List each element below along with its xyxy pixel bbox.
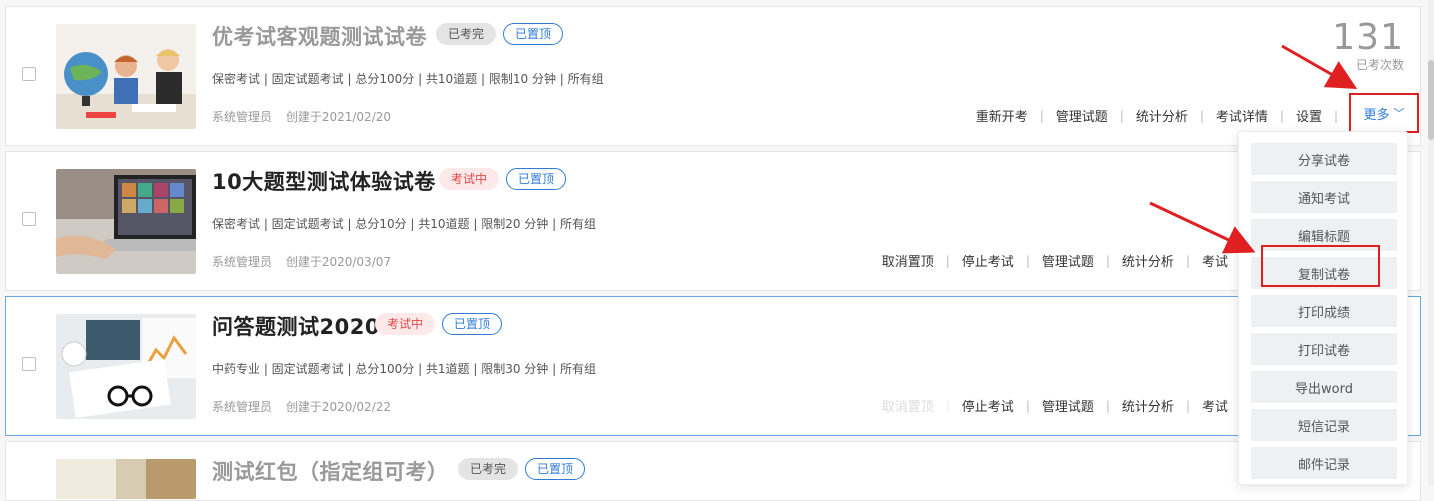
exam-actions: 取消置顶 | 停止考试 | 管理试题 | 统计分析 | 考试: [870, 396, 1240, 416]
more-button[interactable]: 更多 ﹀: [1349, 93, 1419, 133]
statistics-link[interactable]: 统计分析: [1110, 251, 1186, 270]
exam-meta: 保密考试 | 固定试题考试 | 总分10分 | 共10道题 | 限制20 分钟 …: [212, 217, 596, 231]
exam-card-3: 问答题测试2020 考试中 已置顶 中药专业 | 固定试题考试 | 总分100分…: [5, 296, 1421, 436]
unpin-link[interactable]: 取消置顶: [870, 251, 946, 270]
status-badge: 已考完: [458, 458, 519, 480]
menu-item-export-word[interactable]: 导出word: [1251, 371, 1397, 403]
select-checkbox[interactable]: [22, 212, 36, 226]
exam-details-link[interactable]: 考试详情: [1204, 106, 1280, 125]
exam-footer: 系统管理员 创建于2021/02/20: [212, 108, 391, 125]
menu-item-share-exam[interactable]: 分享试卷: [1251, 143, 1397, 175]
copy-exam-highlight: [1261, 245, 1380, 287]
menu-item-email-records[interactable]: 邮件记录: [1251, 447, 1397, 479]
exam-thumbnail: [56, 459, 196, 499]
statistics-link[interactable]: 统计分析: [1124, 106, 1200, 125]
exam-details-link[interactable]: 考试: [1190, 396, 1240, 415]
created-date: 创建于2021/02/20: [285, 110, 392, 124]
manage-questions-link[interactable]: 管理试题: [1044, 106, 1120, 125]
exam-actions: 重新开考 | 管理试题 | 统计分析 | 考试详情 | 设置 |: [964, 106, 1338, 126]
statistics-link[interactable]: 统计分析: [1110, 396, 1186, 415]
exam-meta: 中药专业 | 固定试题考试 | 总分100分 | 共1道题 | 限制30 分钟 …: [212, 362, 596, 376]
settings-link[interactable]: 设置: [1284, 106, 1334, 125]
exam-thumbnail: [56, 24, 196, 129]
exam-actions: 取消置顶 | 停止考试 | 管理试题 | 统计分析 | 考试: [870, 251, 1240, 271]
menu-item-sms-records[interactable]: 短信记录: [1251, 409, 1397, 441]
exam-count: 131 已考次数: [1332, 17, 1404, 73]
exam-meta: 保密考试 | 固定试题考试 | 总分100分 | 共10道题 | 限制10 分钟…: [212, 72, 604, 86]
manage-questions-link[interactable]: 管理试题: [1030, 251, 1106, 270]
scrollbar-thumb[interactable]: [1428, 60, 1434, 140]
pinned-badge: 已置顶: [442, 313, 503, 335]
exam-title[interactable]: 问答题测试2020: [212, 311, 380, 341]
exam-count-label: 已考次数: [1355, 58, 1404, 72]
pinned-badge: 已置顶: [503, 23, 564, 45]
created-date: 创建于2020/02/22: [285, 400, 392, 414]
menu-item-notify-exam[interactable]: 通知考试: [1251, 181, 1397, 213]
unpin-link[interactable]: 取消置顶: [870, 396, 946, 415]
exam-title[interactable]: 10大题型测试体验试卷: [212, 166, 436, 196]
exam-footer: 系统管理员 创建于2020/02/22: [212, 398, 391, 415]
author: 系统管理员: [212, 110, 273, 124]
select-checkbox[interactable]: [22, 357, 36, 371]
exam-title[interactable]: 优考试客观题测试试卷: [212, 21, 427, 51]
scrollbar[interactable]: [1428, 0, 1434, 485]
exam-title[interactable]: 测试红包（指定组可考）: [212, 456, 449, 486]
more-dropdown-menu: 分享试卷 通知考试 编辑标题 复制试卷 打印成绩 打印试卷 导出word 短信记…: [1238, 131, 1408, 485]
exam-card-2: 10大题型测试体验试卷 考试中 已置顶 保密考试 | 固定试题考试 | 总分10…: [5, 151, 1421, 291]
pinned-badge: 已置顶: [525, 458, 586, 480]
menu-item-print-scores[interactable]: 打印成绩: [1251, 295, 1397, 327]
stop-exam-link[interactable]: 停止考试: [950, 251, 1026, 270]
exam-details-link[interactable]: 考试: [1190, 251, 1240, 270]
exam-card-1: 优考试客观题测试试卷 已考完 已置顶 保密考试 | 固定试题考试 | 总分100…: [5, 6, 1421, 146]
exam-thumbnail: [56, 314, 196, 419]
exam-footer: 系统管理员 创建于2020/03/07: [212, 253, 391, 270]
manage-questions-link[interactable]: 管理试题: [1030, 396, 1106, 415]
menu-item-print-exam[interactable]: 打印试卷: [1251, 333, 1397, 365]
chevron-down-icon: ﹀: [1393, 107, 1405, 120]
created-date: 创建于2020/03/07: [285, 255, 392, 269]
status-badge: 已考完: [436, 23, 497, 45]
author: 系统管理员: [212, 400, 273, 414]
exam-card-4: 测试红包（指定组可考） 已考完 已置顶: [5, 441, 1421, 501]
author: 系统管理员: [212, 255, 273, 269]
status-badge: 考试中: [439, 168, 500, 190]
more-label: 更多: [1363, 107, 1390, 123]
pinned-badge: 已置顶: [506, 168, 567, 190]
exam-thumbnail: [56, 169, 196, 274]
status-badge: 考试中: [375, 313, 436, 335]
stop-exam-link[interactable]: 停止考试: [950, 396, 1026, 415]
restart-exam-link[interactable]: 重新开考: [964, 106, 1040, 125]
exam-count-value: 131: [1332, 17, 1404, 58]
select-checkbox[interactable]: [22, 67, 36, 81]
